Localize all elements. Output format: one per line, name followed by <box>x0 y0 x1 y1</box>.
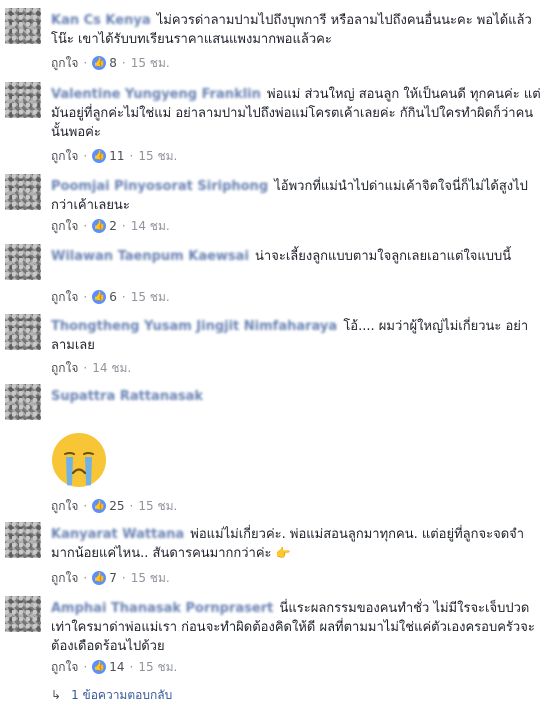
like-link[interactable]: ถูกใจ <box>51 658 78 676</box>
separator-dot: · <box>83 149 88 163</box>
like-link[interactable]: ถูกใจ <box>51 54 78 72</box>
like-link[interactable]: ถูกใจ <box>51 288 78 306</box>
reaction-count[interactable]: 14 <box>109 658 124 676</box>
thumbs-up-icon[interactable]: 👍 <box>92 149 107 163</box>
separator-dot: · <box>83 219 88 233</box>
comment-actions: ถูกใจ · 👍 7 · 15 ชม. <box>51 569 170 587</box>
pointing-hand-icon: 👉 <box>275 546 291 560</box>
avatar[interactable] <box>5 522 41 558</box>
reaction-count[interactable]: 6 <box>109 288 117 306</box>
reaction-count[interactable]: 2 <box>109 217 117 235</box>
author-name[interactable]: Supattra Rattanasak <box>51 389 203 404</box>
separator-dot: · <box>121 290 126 304</box>
comment-actions: ถูกใจ · 👍 2 · 14 ชม. <box>51 217 170 235</box>
timestamp[interactable]: 15 ชม. <box>131 54 170 72</box>
like-link[interactable]: ถูกใจ <box>51 569 78 587</box>
author-name[interactable]: Kan Cs Kenya <box>51 13 151 28</box>
separator-dot: · <box>83 56 88 70</box>
timestamp[interactable]: 14 ชม. <box>131 217 170 235</box>
comment-body: Valentine Yungyeng Franklin พ่อแม่ ส่วนใ… <box>51 85 541 142</box>
comment-actions: ถูกใจ · 👍 14 · 15 ชม. <box>51 658 177 676</box>
comment-body: Poomjai Pinyosorat Siriphong ไอ้พวกที่แม… <box>51 177 541 215</box>
comment-list: Kan Cs Kenya ไม่ควรด่าลามปามไปถึงบุพการี… <box>0 0 547 706</box>
avatar[interactable] <box>5 174 41 210</box>
avatar[interactable] <box>5 384 41 420</box>
comment-actions: ถูกใจ · 👍 25 · 15 ชม. <box>51 497 177 515</box>
thumbs-up-icon[interactable]: 👍 <box>92 571 107 585</box>
thumbs-up-icon[interactable]: 👍 <box>92 56 107 70</box>
timestamp[interactable]: 15 ชม. <box>131 569 170 587</box>
comment-body: Kan Cs Kenya ไม่ควรด่าลามปามไปถึงบุพการี… <box>51 11 541 49</box>
comment-actions: ถูกใจ · 14 ชม. <box>51 359 131 377</box>
reply-arrow-icon: ↳ <box>51 688 62 702</box>
reaction-count[interactable]: 7 <box>109 569 117 587</box>
separator-dot: · <box>121 571 126 585</box>
author-name[interactable]: Amphai Thanasak Pornprasert <box>51 601 273 616</box>
author-name[interactable]: Thongtheng Yusam Jingjit Nimfaharaya <box>51 319 337 334</box>
timestamp[interactable]: 15 ชม. <box>138 147 177 165</box>
comment-text: น่าจะเลี้ยงลูกแบบตามใจลูกเลยเอาแต่ใจแบบน… <box>255 249 512 264</box>
author-name[interactable]: Wilawan Taenpum Kaewsai <box>51 249 249 264</box>
thumbs-up-icon[interactable]: 👍 <box>92 660 107 674</box>
comment-actions: ถูกใจ · 👍 8 · 15 ชม. <box>51 54 170 72</box>
avatar[interactable] <box>5 8 41 44</box>
separator-dot: · <box>83 361 88 375</box>
reaction-count[interactable]: 8 <box>109 54 117 72</box>
author-name[interactable]: Poomjai Pinyosorat Siriphong <box>51 179 268 194</box>
like-link[interactable]: ถูกใจ <box>51 147 78 165</box>
like-link[interactable]: ถูกใจ <box>51 359 78 377</box>
reaction-count[interactable]: 25 <box>109 497 124 515</box>
avatar[interactable] <box>5 82 41 118</box>
separator-dot: · <box>83 290 88 304</box>
view-replies-link[interactable]: ↳ 1 ข้อความตอบกลับ <box>51 686 172 704</box>
separator-dot: · <box>129 149 134 163</box>
avatar[interactable] <box>5 596 41 632</box>
comment-actions: ถูกใจ · 👍 11 · 15 ชม. <box>51 147 177 165</box>
comment-body: Wilawan Taenpum Kaewsai น่าจะเลี้ยงลูกแบ… <box>51 247 541 266</box>
comment-body: Thongtheng Yusam Jingjit Nimfaharaya โอ้… <box>51 317 541 355</box>
thumbs-up-icon[interactable]: 👍 <box>92 499 107 513</box>
author-name[interactable]: Valentine Yungyeng Franklin <box>51 87 261 102</box>
comment-body: Kanyarat Wattana พ่อแม่ไม่เกี่ยวค่ะ. พ่อ… <box>51 525 541 563</box>
comment-body: Amphai Thanasak Pornprasert นี่แระผลกรรม… <box>51 599 541 656</box>
separator-dot: · <box>129 499 134 513</box>
reaction-count[interactable]: 11 <box>109 147 124 165</box>
crying-face-icon <box>52 433 106 487</box>
separator-dot: · <box>83 660 88 674</box>
timestamp[interactable]: 15 ชม. <box>138 658 177 676</box>
separator-dot: · <box>129 660 134 674</box>
separator-dot: · <box>121 56 126 70</box>
like-link[interactable]: ถูกใจ <box>51 217 78 235</box>
author-name[interactable]: Kanyarat Wattana <box>51 527 184 542</box>
avatar[interactable] <box>5 244 41 280</box>
like-link[interactable]: ถูกใจ <box>51 497 78 515</box>
separator-dot: · <box>83 499 88 513</box>
comment-actions: ถูกใจ · 👍 6 · 15 ชม. <box>51 288 170 306</box>
thumbs-up-icon[interactable]: 👍 <box>92 219 107 233</box>
comment-body: Supattra Rattanasak <box>51 387 541 406</box>
timestamp[interactable]: 14 ชม. <box>92 359 131 377</box>
timestamp[interactable]: 15 ชม. <box>131 288 170 306</box>
separator-dot: · <box>83 571 88 585</box>
timestamp[interactable]: 15 ชม. <box>138 497 177 515</box>
thumbs-up-icon[interactable]: 👍 <box>92 290 107 304</box>
avatar[interactable] <box>5 314 41 350</box>
separator-dot: · <box>121 219 126 233</box>
view-replies-label[interactable]: 1 ข้อความตอบกลับ <box>71 686 172 704</box>
